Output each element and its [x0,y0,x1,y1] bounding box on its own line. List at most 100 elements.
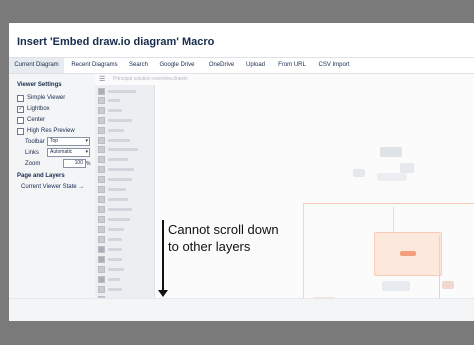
layer-item[interactable] [98,225,124,233]
diagram-shape [377,173,407,181]
layer-checkbox[interactable] [98,106,105,114]
layer-checkbox[interactable] [98,195,105,203]
layer-item[interactable] [98,155,128,163]
annotation-text: Cannot scroll down to other layers [168,221,279,255]
layer-label [108,138,130,142]
links-select[interactable]: Automatic ▾ [47,148,90,157]
layer-checkbox[interactable] [98,136,105,144]
layer-item[interactable] [98,255,122,263]
diagram-shape [382,281,410,291]
diagram-shape [442,281,454,289]
layer-item[interactable] [98,205,132,213]
layer-label [108,267,124,271]
layer-checkbox[interactable] [98,215,105,223]
layer-label [108,217,130,221]
layer-checkbox[interactable] [98,87,105,95]
tab-bar: Current Diagram Recent Diagrams Search G… [9,57,474,74]
layer-checkbox[interactable] [98,245,105,253]
dialog-footer [9,298,474,321]
current-viewer-state-item[interactable]: Current Viewer State → [21,184,84,190]
center-option[interactable]: Center [17,116,45,124]
page-and-layers-heading: Page and Layers [17,173,65,179]
simple-viewer-checkbox[interactable] [17,94,24,102]
layer-item[interactable] [98,106,122,114]
tab-upload[interactable]: Upload [243,58,268,73]
layer-checkbox[interactable] [98,116,105,124]
tab-csv-import[interactable]: CSV Import [315,58,353,73]
layer-item[interactable] [98,136,130,144]
tab-current-diagram[interactable]: Current Diagram [9,58,64,73]
diagram-connector [303,203,474,204]
layer-checkbox[interactable] [98,255,105,263]
layer-item[interactable] [98,245,122,253]
layer-checkbox[interactable] [98,275,105,283]
layer-label [108,207,132,211]
layer-checkbox[interactable] [98,145,105,153]
layer-label [108,118,132,122]
annotation-line-2: to other layers [168,239,251,254]
layer-checkbox[interactable] [98,225,105,233]
layer-checkbox[interactable] [98,285,105,293]
layer-item[interactable] [98,96,120,104]
tab-google-drive[interactable]: Google Drive [157,58,197,73]
layer-item[interactable] [98,195,128,203]
layer-item[interactable] [98,215,130,223]
layer-label [108,287,122,291]
center-checkbox[interactable] [17,116,24,124]
layer-item[interactable] [98,126,124,134]
toolbar-label: Toolbar [25,139,45,145]
zoom-input[interactable]: 100 [63,159,86,168]
lightbox-label: Lightbox [27,106,50,112]
layer-checkbox[interactable] [98,205,105,213]
layer-checkbox[interactable] [98,126,105,134]
lightbox-option[interactable]: ✓ Lightbox [17,105,50,113]
layer-item[interactable] [98,145,138,153]
layer-item[interactable] [98,165,134,173]
high-res-preview-option[interactable]: High Res Preview [17,127,75,135]
toolbar-select[interactable]: Top ▾ [47,137,90,146]
layer-checkbox[interactable] [98,185,105,193]
layer-label [108,147,138,151]
diagram-shape [400,163,414,173]
diagram-preview[interactable] [155,85,474,321]
layer-label [108,157,128,161]
tab-onedrive[interactable]: OneDrive [205,58,238,73]
layer-item[interactable] [98,185,126,193]
chevron-down-icon: ▾ [85,149,88,155]
diagram-shape [400,251,416,256]
layer-label [108,277,120,281]
lightbox-checkbox[interactable]: ✓ [17,105,24,113]
layer-checkbox[interactable] [98,96,105,104]
tab-search[interactable]: Search [125,58,152,73]
layer-checkbox[interactable] [98,175,105,183]
diagram-shape [380,147,402,157]
viewer-settings-heading: Viewer Settings [17,82,62,88]
layer-checkbox[interactable] [98,235,105,243]
tab-from-url[interactable]: From URL [275,58,309,73]
layer-checkbox[interactable] [98,165,105,173]
layer-label [108,247,122,251]
simple-viewer-label: Simple Viewer [27,95,66,101]
layer-item[interactable] [98,87,136,95]
layer-item[interactable] [98,175,132,183]
layer-item[interactable] [98,275,120,283]
layer-item[interactable] [98,285,122,293]
toolbar-select-value: Top [50,138,59,144]
layer-item[interactable] [98,235,122,243]
layer-label [108,128,124,132]
layer-label [108,108,122,112]
layer-label [108,227,124,231]
layer-checkbox[interactable] [98,265,105,273]
annotation-line-1: Cannot scroll down [168,222,279,237]
layer-item[interactable] [98,116,132,124]
layer-label [108,187,126,191]
layer-checkbox[interactable] [98,155,105,163]
annotation-arrow [162,220,164,292]
chevron-down-icon: ▾ [85,138,88,144]
diagram-shape [353,169,365,177]
tab-recent-diagrams[interactable]: Recent Diagrams [67,58,122,73]
simple-viewer-option[interactable]: Simple Viewer [17,94,65,102]
layers-list[interactable] [95,85,155,321]
high-res-preview-checkbox[interactable] [17,127,24,135]
layer-item[interactable] [98,265,124,273]
